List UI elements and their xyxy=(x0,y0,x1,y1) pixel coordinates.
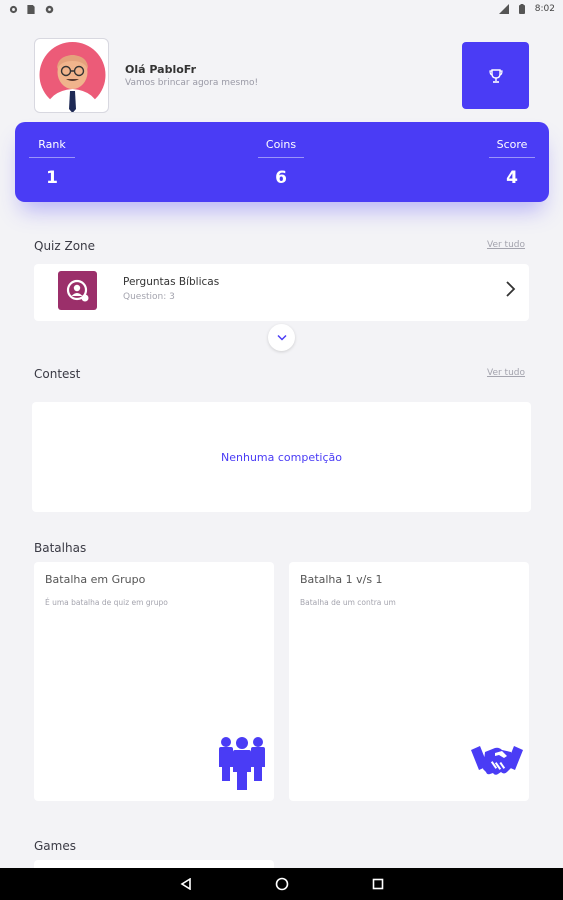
contest-card: Nenhuma competição xyxy=(32,402,531,512)
greeting-subtitle: Vamos brincar agora mesmo! xyxy=(125,78,259,88)
group-battle-description: É uma batalha de quiz em grupo xyxy=(45,598,168,607)
sim-icon xyxy=(26,4,36,14)
contest-see-all-link[interactable]: Ver tudo xyxy=(487,368,525,378)
handshake-icon xyxy=(471,746,523,775)
group-battle-title: Batalha em Grupo xyxy=(45,573,146,586)
expand-button[interactable] xyxy=(268,324,295,351)
quiz-zone-title: Quiz Zone xyxy=(34,239,96,253)
one-vs-one-description: Batalha de um contra um xyxy=(300,598,396,607)
contest-title: Contest xyxy=(34,367,81,381)
games-title: Games xyxy=(34,839,76,853)
stats-card: Rank 1 Coins 6 Score 4 xyxy=(15,122,549,202)
quiz-category-item[interactable]: Perguntas Bíblicas Question: 3 xyxy=(34,264,529,321)
navigation-bar xyxy=(0,868,563,900)
score-label: Score xyxy=(489,138,535,158)
rank-stat[interactable]: Rank 1 xyxy=(29,138,75,188)
status-left xyxy=(8,4,54,14)
status-time: 8:02 xyxy=(534,4,555,14)
chevron-down-icon xyxy=(276,334,287,341)
avatar-man-glasses-icon xyxy=(39,42,106,112)
quiz-category-title: Perguntas Bíblicas xyxy=(123,276,220,288)
recents-square-icon xyxy=(372,878,383,890)
recents-button[interactable] xyxy=(370,876,386,892)
quiz-category-icon xyxy=(58,271,97,310)
one-vs-one-title: Batalha 1 v/s 1 xyxy=(300,573,383,586)
settings-icon xyxy=(44,4,54,14)
battery-icon xyxy=(517,4,527,14)
trophy-icon xyxy=(488,68,503,83)
leaderboard-button[interactable] xyxy=(462,42,529,109)
coins-value: 6 xyxy=(275,168,287,188)
score-stat[interactable]: Score 4 xyxy=(489,138,535,188)
status-right: 8:02 xyxy=(498,4,555,14)
back-triangle-icon xyxy=(179,878,191,890)
coins-label: Coins xyxy=(258,138,304,158)
quiz-zone-see-all-link[interactable]: Ver tudo xyxy=(487,240,525,250)
one-vs-one-battle-card[interactable]: Batalha 1 v/s 1 Batalha de um contra um xyxy=(289,562,529,801)
chevron-right-icon xyxy=(506,281,516,297)
battles-title: Batalhas xyxy=(34,541,87,555)
home-button[interactable] xyxy=(274,876,290,892)
group-battle-card[interactable]: Batalha em Grupo É uma batalha de quiz e… xyxy=(34,562,274,801)
score-value: 4 xyxy=(506,168,518,188)
signal-icon xyxy=(498,4,509,14)
rank-value: 1 xyxy=(46,168,58,188)
avatar[interactable] xyxy=(34,38,109,113)
greeting-text: Olá PabloFr xyxy=(125,63,197,76)
contest-empty-message: Nenhuma competição xyxy=(221,450,342,464)
group-people-icon xyxy=(219,737,265,790)
rank-label: Rank xyxy=(29,138,75,158)
quiz-category-question-count: Question: 3 xyxy=(123,292,175,302)
home-circle-icon xyxy=(275,877,288,891)
back-button[interactable] xyxy=(178,876,194,892)
message-icon xyxy=(8,4,18,14)
status-bar: 8:02 xyxy=(0,0,563,18)
coins-stat[interactable]: Coins 6 xyxy=(258,138,304,188)
